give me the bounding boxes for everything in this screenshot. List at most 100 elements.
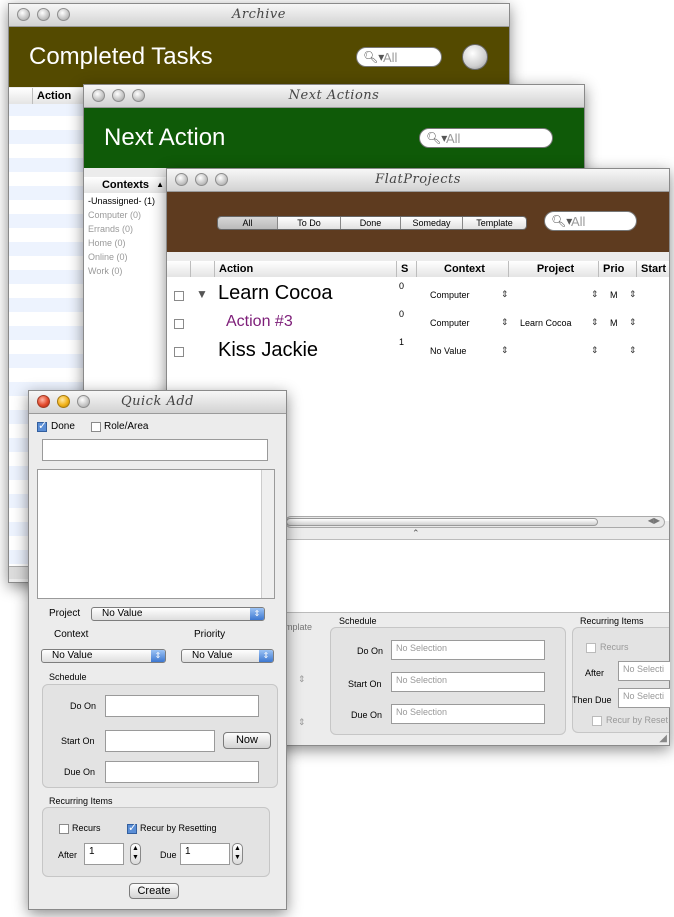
recurs-checkbox[interactable]	[59, 824, 69, 834]
row-prio[interactable]: M	[610, 318, 618, 328]
splitter-handle-icon[interactable]: ⌃	[412, 528, 420, 539]
project-popup-arrows-icon[interactable]: ⇕	[591, 345, 599, 356]
recur-reset-checkbox[interactable]	[127, 821, 137, 834]
prio-popup-arrows-icon[interactable]: ⇕	[629, 317, 637, 328]
search-icon: 🔍︎▾	[426, 131, 448, 145]
resize-grip-icon[interactable]: ◢	[659, 733, 667, 744]
project-popup-value: No Value	[102, 608, 143, 619]
recurs-label: Recurs	[72, 823, 101, 833]
detail-text-area[interactable]	[285, 539, 669, 613]
due-stepper[interactable]: ▲ ▼	[232, 843, 243, 865]
context-popup-arrows-icon[interactable]: ⇕	[501, 317, 509, 328]
row-action[interactable]: Learn Cocoa	[218, 282, 333, 305]
context-popup[interactable]: No Value ⇕	[41, 649, 166, 663]
flatprojects-titlebar[interactable]: FlatProjects	[167, 169, 669, 192]
column-header-action[interactable]: Action	[33, 88, 89, 104]
partial-popup-arrows-icon[interactable]: ⇕	[298, 717, 306, 728]
project-popup[interactable]: No Value ⇕	[91, 607, 265, 621]
prio-popup-arrows-icon[interactable]: ⇕	[629, 345, 637, 356]
task-title-field[interactable]	[42, 439, 268, 461]
done-checkbox[interactable]	[37, 419, 47, 432]
filter-someday[interactable]: Someday	[401, 217, 463, 229]
context-item[interactable]: Online (0)	[88, 252, 128, 262]
project-popup-arrows-icon[interactable]: ⇕	[591, 289, 599, 300]
filter-template[interactable]: Template	[463, 217, 526, 229]
context-item[interactable]: Errands (0)	[88, 224, 133, 234]
row-context[interactable]: Computer	[430, 318, 470, 328]
column-header-check[interactable]	[167, 261, 191, 277]
priority-popup-value: No Value	[192, 650, 233, 661]
context-item[interactable]: Work (0)	[88, 266, 122, 276]
role-area-checkbox[interactable]	[91, 422, 101, 432]
context-popup-arrows-icon[interactable]: ⇕	[501, 289, 509, 300]
filter-done[interactable]: Done	[341, 217, 401, 229]
search-icon: 🔍︎▾	[363, 50, 385, 64]
row-checkbox[interactable]	[174, 291, 184, 301]
disclosure-triangle-icon[interactable]: ▼	[196, 287, 208, 301]
search-field[interactable]: 🔍︎▾ All	[544, 211, 637, 231]
partial-popup-arrows-icon[interactable]: ⇕	[298, 674, 306, 685]
filter-all[interactable]: All	[218, 217, 278, 229]
column-header-disclosure[interactable]	[191, 261, 215, 277]
context-label: Context	[54, 629, 89, 640]
then-due-field[interactable]: No Selecti	[618, 688, 670, 708]
due-on-field[interactable]: No Selection	[391, 704, 545, 724]
start-on-field[interactable]: No Selection	[391, 672, 545, 692]
contexts-header[interactable]: Contexts ▲	[84, 177, 168, 193]
archive-titlebar[interactable]: Archive	[9, 4, 509, 27]
recur-reset-label: Recur by Reset	[606, 715, 669, 725]
search-field[interactable]: 🔍︎▾ All	[356, 47, 442, 67]
sync-button[interactable]	[462, 44, 488, 70]
priority-label: Priority	[194, 629, 226, 640]
start-on-field[interactable]	[105, 730, 215, 752]
quick-add-titlebar[interactable]: Quick Add	[29, 391, 286, 414]
context-popup-arrows-icon[interactable]: ⇕	[501, 345, 509, 356]
table-row[interactable]: ▼ Learn Cocoa 0 Computer ⇕ ⇕ M ⇕	[167, 279, 669, 307]
search-field[interactable]: 🔍︎▾ All	[419, 128, 553, 148]
due-on-field[interactable]	[105, 761, 259, 783]
sort-up-icon: ▲	[156, 180, 164, 189]
do-on-field[interactable]: No Selection	[391, 640, 545, 660]
row-context[interactable]: Computer	[430, 290, 470, 300]
scroll-arrows-icon[interactable]: ◀▶	[648, 516, 660, 525]
now-button[interactable]: Now	[223, 732, 271, 749]
column-header-s[interactable]: S	[397, 261, 417, 277]
row-action[interactable]: Kiss Jackie	[218, 339, 318, 362]
column-header-context[interactable]: Context	[417, 261, 509, 277]
do-on-field[interactable]	[105, 695, 259, 717]
after-field[interactable]: No Selecti	[618, 661, 670, 681]
column-header-prio[interactable]: Prio	[599, 261, 637, 277]
row-action[interactable]: Action #3	[226, 313, 293, 331]
column-header-start[interactable]: Start	[637, 261, 669, 277]
column-header-action[interactable]: Action	[215, 261, 397, 277]
due-field[interactable]: 1	[180, 843, 230, 865]
next-actions-titlebar[interactable]: Next Actions	[84, 85, 584, 108]
column-header-project[interactable]: Project	[509, 261, 599, 277]
context-item[interactable]: Home (0)	[88, 238, 126, 248]
row-project[interactable]: Learn Cocoa	[520, 318, 572, 328]
row-checkbox[interactable]	[174, 319, 184, 329]
column-header-blank[interactable]	[9, 88, 33, 104]
context-item[interactable]: Computer (0)	[88, 210, 141, 220]
row-s: 0	[399, 309, 405, 319]
row-context[interactable]: No Value	[430, 346, 466, 356]
recurs-checkbox[interactable]	[586, 643, 596, 653]
filter-todo[interactable]: To Do	[278, 217, 341, 229]
archive-banner: Completed Tasks 🔍︎▾ All	[9, 27, 509, 87]
table-row[interactable]: Kiss Jackie 1 No Value ⇕ ⇕ ⇕	[167, 335, 669, 363]
notes-scrollbar[interactable]	[261, 470, 274, 598]
context-item[interactable]: -Unassigned- (1)	[88, 196, 155, 206]
after-stepper[interactable]: ▲ ▼	[130, 843, 141, 865]
table-row[interactable]: Action #3 0 Computer ⇕ Learn Cocoa ⇕ M ⇕	[167, 307, 669, 335]
row-prio[interactable]: M	[610, 290, 618, 300]
project-popup-arrows-icon[interactable]: ⇕	[591, 317, 599, 328]
notes-text-area[interactable]	[37, 469, 275, 599]
row-checkbox[interactable]	[174, 347, 184, 357]
scrollbar-thumb[interactable]	[286, 518, 598, 526]
recur-reset-checkbox[interactable]	[592, 716, 602, 726]
priority-popup[interactable]: No Value ⇕	[181, 649, 274, 663]
after-field[interactable]: 1	[84, 843, 124, 865]
horizontal-scrollbar[interactable]: ◀▶	[285, 516, 665, 528]
create-button[interactable]: Create	[129, 883, 179, 899]
prio-popup-arrows-icon[interactable]: ⇕	[629, 289, 637, 300]
